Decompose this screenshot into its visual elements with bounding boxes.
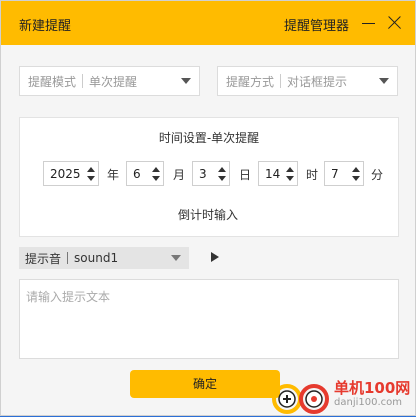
year-unit: 年	[107, 168, 120, 182]
sound-label: 提示音	[25, 251, 62, 266]
minute-unit: 分	[371, 168, 384, 182]
reminder-method-label: 提醒方式	[226, 74, 275, 89]
reminder-method-select[interactable]: 提醒方式 对话框提示	[217, 66, 398, 96]
hour-stepper[interactable]: 14	[258, 161, 298, 186]
hour-unit: 时	[306, 168, 319, 182]
sound-value: sound1	[74, 251, 119, 265]
reminder-manager-link[interactable]: 提醒管理器	[284, 15, 349, 34]
month-stepper[interactable]: 6	[126, 161, 164, 186]
reminder-mode-value: 单次提醒	[89, 74, 138, 89]
arrow-down-icon[interactable]	[218, 176, 226, 181]
arrow-up-icon[interactable]	[352, 167, 360, 172]
divider	[67, 252, 69, 264]
arrow-down-icon[interactable]	[87, 176, 95, 181]
divider	[82, 74, 84, 88]
time-settings-title: 时间设置-单次提醒	[158, 131, 260, 145]
watermark-brand: 单机100网	[334, 379, 411, 397]
divider	[280, 74, 282, 88]
watermark-url: danji100.com	[334, 397, 402, 408]
year-value: 2025	[50, 167, 81, 181]
arrow-up-icon[interactable]	[152, 167, 160, 172]
window-title: 新建提醒	[19, 19, 72, 34]
day-value: 3	[199, 167, 207, 181]
arrow-up-icon[interactable]	[286, 167, 294, 172]
reminder-text-input[interactable]: 请输入提示文本	[19, 279, 399, 359]
reminder-mode-label: 提醒模式	[28, 74, 77, 89]
arrow-down-icon[interactable]	[286, 176, 294, 181]
title-bar: 新建提醒 提醒管理器	[1, 1, 415, 45]
reminder-window: 新建提醒 提醒管理器 提醒模式 单次提醒 提醒方式 对话框提示 时间设置-单次提…	[0, 0, 416, 416]
reminder-mode-select[interactable]: 提醒模式 单次提醒	[19, 66, 200, 96]
arrow-down-icon[interactable]	[152, 176, 160, 181]
month-unit: 月	[173, 168, 186, 182]
hour-value: 14	[265, 167, 281, 181]
minimize-icon[interactable]	[359, 13, 379, 33]
month-value: 6	[133, 167, 141, 181]
countdown-input-link[interactable]: 倒计时输入	[1, 206, 415, 223]
chevron-down-icon[interactable]	[379, 78, 389, 84]
reminder-method-value: 对话框提示	[287, 74, 348, 89]
day-unit: 日	[239, 168, 252, 182]
chevron-down-icon[interactable]	[181, 78, 191, 84]
minute-stepper[interactable]: 7	[324, 161, 364, 186]
chevron-down-icon[interactable]	[171, 255, 181, 261]
sound-select[interactable]: 提示音 sound1	[19, 247, 189, 269]
minute-value: 7	[331, 167, 339, 181]
close-icon[interactable]	[385, 13, 405, 33]
arrow-down-icon[interactable]	[352, 176, 360, 181]
day-stepper[interactable]: 3	[192, 161, 230, 186]
arrow-up-icon[interactable]	[87, 167, 95, 172]
play-icon[interactable]	[211, 252, 219, 262]
confirm-button[interactable]: 确定	[130, 370, 280, 398]
watermark-logo-icon	[272, 384, 329, 414]
arrow-up-icon[interactable]	[218, 167, 226, 172]
year-stepper[interactable]: 2025	[43, 161, 99, 186]
